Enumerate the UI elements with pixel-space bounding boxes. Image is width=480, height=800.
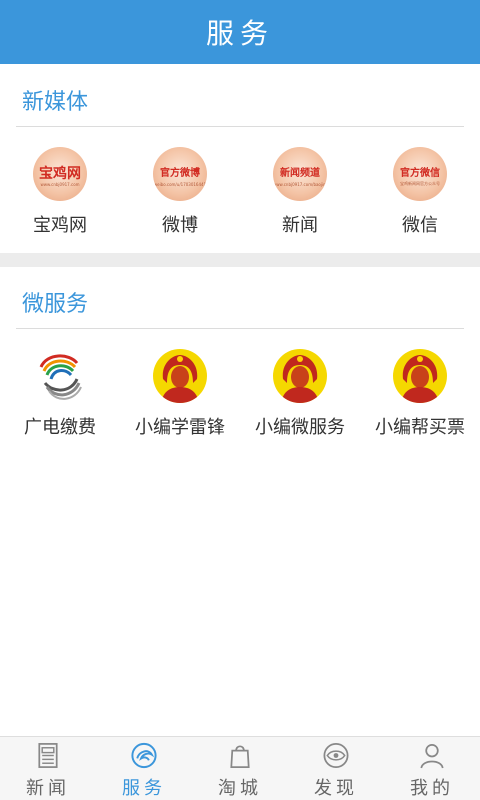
service-item-news[interactable]: 新闻频道 www.cnbj0917.com/baojinews 新闻 [240,147,360,237]
eye-icon [323,743,349,768]
icon-badge-text: 官方微博 [160,168,200,179]
service-item-label: 广电缴费 [24,417,96,438]
service-item-label: 微博 [162,215,198,236]
section-title-new-media: 新媒体 [22,90,89,115]
service-item-tv-fee[interactable]: 广电缴费 [0,349,120,439]
official-weibo-icon: 官方微博 weibo.com/u/1703016441 [153,147,207,201]
section-divider [16,126,464,127]
baojiwang-logo-icon: 宝鸡网 www.cnbj0917.com [33,147,87,201]
bottom-tab-bar: 新闻 服务 淘城 发现 我的 [0,736,480,800]
micro-service-grid: 广电缴费 小编学雷锋 小编微服务 小编帮买票 [0,349,480,439]
service-item-weibo[interactable]: 官方微博 weibo.com/u/1703016441 微博 [120,147,240,237]
tab-label: 发现 [314,778,358,799]
lei-feng-portrait-icon [273,349,327,403]
service-item-editor-service[interactable]: 小编微服务 [240,349,360,439]
service-item-label: 宝鸡网 [33,215,87,236]
tab-news[interactable]: 新闻 [0,737,96,800]
tab-label: 我的 [410,778,454,799]
service-swirl-icon [131,742,157,769]
service-item-label: 微信 [402,215,438,236]
shopping-bag-icon [230,745,250,768]
icon-sub-text: 宝鸡新闻网官方公众号 [400,181,440,186]
icon-badge-text: 官方微信 [400,168,440,179]
tab-label: 淘城 [218,778,262,799]
broadcast-tv-logo-icon [33,349,87,403]
service-item-baojiwang[interactable]: 宝鸡网 www.cnbj0917.com 宝鸡网 [0,147,120,237]
service-item-label: 小编学雷锋 [135,417,225,438]
news-channel-icon: 新闻频道 www.cnbj0917.com/baojinews [273,147,327,201]
tab-service[interactable]: 服务 [96,737,192,800]
service-item-learn-leifeng[interactable]: 小编学雷锋 [120,349,240,439]
newspaper-icon [38,743,58,768]
service-item-buy-tickets[interactable]: 小编帮买票 [360,349,480,439]
tab-discover[interactable]: 发现 [288,737,384,800]
official-wechat-icon: 官方微信 宝鸡新闻网官方公众号 [393,147,447,201]
lei-feng-portrait-icon [153,349,207,403]
tab-shop[interactable]: 淘城 [192,737,288,800]
service-item-label: 新闻 [282,215,318,236]
new-media-grid: 宝鸡网 www.cnbj0917.com 宝鸡网 官方微博 weibo.com/… [0,147,480,237]
tab-label: 服务 [122,778,166,799]
section-title-micro-service: 微服务 [22,292,89,317]
tab-label: 新闻 [26,778,70,799]
icon-badge-text: 新闻频道 [280,168,320,179]
tab-mine[interactable]: 我的 [384,737,480,800]
icon-sub-text: www.cnbj0917.com/baojinews [273,182,327,187]
icon-sub-text: weibo.com/u/1703016441 [153,182,207,187]
icon-badge-text: 宝鸡网 [39,166,81,182]
page-title: 服务 [205,17,274,50]
service-item-wechat[interactable]: 官方微信 宝鸡新闻网官方公众号 微信 [360,147,480,237]
service-item-label: 小编帮买票 [375,417,465,438]
section-divider [16,328,464,329]
app-header: 服务 [0,0,480,64]
lei-feng-portrait-icon [393,349,447,403]
service-item-label: 小编微服务 [255,417,345,438]
icon-sub-text: www.cnbj0917.com [40,182,80,187]
section-separator [0,253,480,267]
person-icon [420,743,444,769]
